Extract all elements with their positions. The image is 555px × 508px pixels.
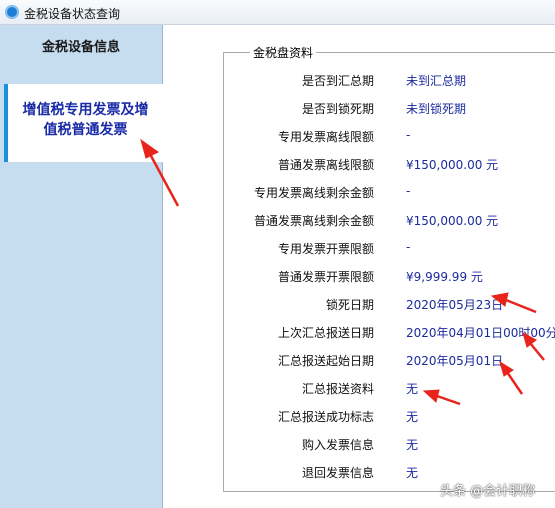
annotation-arrow-sidebar	[148, 153, 180, 207]
annotation-arrow-start-date	[505, 371, 524, 395]
annotation-arrow-report-data	[436, 394, 461, 406]
annotation-arrow-lock-date	[505, 298, 537, 314]
annotation-arrowhead-start-date	[499, 360, 514, 377]
annotation-arrowhead-report-data	[422, 389, 440, 403]
annotation-arrows	[140, 138, 545, 406]
annotation-arrow-last-report	[529, 342, 545, 361]
watermark: 头条 @会计职称	[440, 484, 536, 499]
annotation-arrowhead-sidebar	[140, 138, 159, 159]
annotation-arrowhead-lock-date	[490, 292, 509, 307]
annotation-arrowhead-last-report	[522, 331, 537, 348]
